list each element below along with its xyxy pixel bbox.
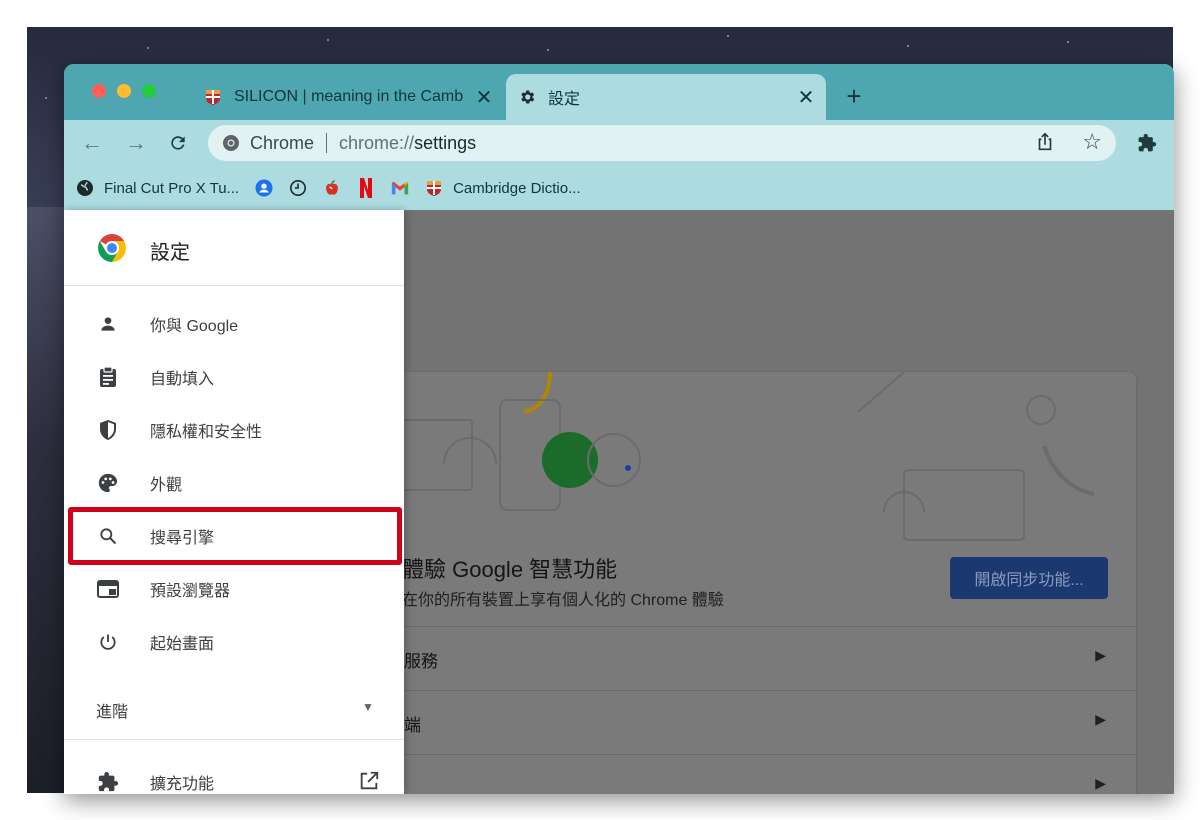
bookmark-gmail[interactable] bbox=[391, 172, 409, 204]
settings-side-drawer: 設定 你與 Google 自動填入 隱私權和安全性 外觀 搜尋引擎 預設瀏覽器 … bbox=[64, 210, 404, 794]
page-title: 設定 bbox=[150, 242, 190, 264]
close-icon[interactable]: ✕ bbox=[792, 83, 820, 111]
nav-item-privacy[interactable]: 隱私權和安全性 bbox=[64, 404, 404, 456]
tab-cambridge[interactable]: SILICON | meaning in the Camb ✕ bbox=[192, 74, 504, 120]
globe-icon bbox=[76, 179, 94, 197]
share-icon[interactable] bbox=[1034, 131, 1058, 155]
promo-title: 體驗 Google 智慧功能 bbox=[402, 557, 618, 582]
search-engine-highlight-box bbox=[68, 507, 402, 565]
caret-down-icon: ▼ bbox=[362, 700, 374, 714]
chevron-right-icon: ▶ bbox=[1095, 711, 1106, 727]
close-window-button[interactable] bbox=[92, 84, 106, 98]
puzzle-icon bbox=[96, 770, 120, 794]
tab-title: 設定 bbox=[548, 91, 581, 108]
bookmark-apple[interactable] bbox=[323, 172, 341, 204]
tab-title: SILICON | meaning in the Camb bbox=[234, 88, 464, 105]
nav-item-label: 預設瀏覽器 bbox=[150, 583, 231, 600]
cambridge-icon bbox=[204, 88, 222, 106]
nav-item-label: 擴充功能 bbox=[150, 776, 215, 793]
bookmark-label: Final Cut Pro X Tu... bbox=[104, 179, 240, 197]
person-icon bbox=[96, 312, 120, 336]
tab-strip: SILICON | meaning in the Camb ✕ 設定 ✕ + bbox=[64, 64, 1174, 120]
open-in-new-icon bbox=[358, 770, 382, 794]
promo-subtitle: 在你的所有裝置上享有個人化的 Chrome 體驗 bbox=[402, 592, 724, 609]
address-path: settings bbox=[414, 132, 477, 153]
chevron-right-icon: ▶ bbox=[1095, 647, 1106, 663]
netflix-icon bbox=[357, 178, 375, 198]
advanced-label: 進階 bbox=[96, 704, 129, 721]
close-icon[interactable]: ✕ bbox=[470, 83, 498, 111]
drawer-header: 設定 bbox=[64, 210, 404, 286]
gmail-icon bbox=[391, 179, 409, 197]
power-icon bbox=[96, 630, 120, 654]
desktop-wallpaper-grass bbox=[27, 207, 67, 793]
row-label: 服務 bbox=[404, 652, 438, 671]
nav-item-label: 自動填入 bbox=[150, 371, 215, 388]
palette-icon bbox=[96, 471, 120, 495]
services-row[interactable]: 服務 ▶ bbox=[374, 626, 1136, 690]
clipboard-icon bbox=[96, 365, 120, 389]
toolbar: ← → Chrome chrome://settings ☆ bbox=[64, 120, 1174, 166]
minimize-window-button[interactable] bbox=[117, 84, 131, 98]
back-button[interactable]: ← bbox=[76, 127, 108, 159]
bookmarks-bar: Final Cut Pro X Tu... Cambridge Dictio..… bbox=[64, 166, 1174, 210]
bookmark-clock[interactable] bbox=[289, 172, 307, 204]
nav-item-appearance[interactable]: 外觀 bbox=[64, 457, 404, 509]
extensions-puzzle-icon[interactable] bbox=[1132, 128, 1162, 158]
bookmark-star-icon[interactable]: ☆ bbox=[1082, 129, 1102, 155]
browser-icon bbox=[96, 577, 120, 601]
clock-icon bbox=[289, 179, 307, 197]
address-separator bbox=[326, 133, 328, 153]
sync-row[interactable]: 端 ▶ bbox=[374, 690, 1136, 754]
address-scheme: chrome:// bbox=[339, 132, 415, 153]
bookmark-account[interactable] bbox=[255, 172, 273, 204]
chrome-icon bbox=[222, 134, 240, 152]
apple-icon bbox=[323, 179, 341, 197]
nav-item-default-browser[interactable]: 預設瀏覽器 bbox=[64, 563, 404, 615]
sync-illustration bbox=[381, 372, 1095, 541]
nav-item-label: 起始畫面 bbox=[150, 636, 215, 653]
list-row[interactable]: ▶ bbox=[374, 754, 1136, 794]
nav-item-label: 外觀 bbox=[150, 477, 183, 494]
forward-button[interactable]: → bbox=[120, 127, 152, 159]
address-site: Chrome bbox=[250, 132, 315, 153]
tab-settings[interactable]: 設定 ✕ bbox=[506, 74, 826, 120]
sync-promo-card: 體驗 Google 智慧功能 在你的所有裝置上享有個人化的 Chrome 體驗 … bbox=[374, 372, 1136, 794]
account-icon bbox=[255, 179, 273, 197]
advanced-section-toggle[interactable]: 進階 ▼ bbox=[64, 678, 404, 740]
bookmark-netflix[interactable] bbox=[357, 172, 375, 204]
new-tab-button[interactable]: + bbox=[840, 81, 868, 111]
gear-icon bbox=[518, 88, 536, 106]
address-bar[interactable]: Chrome chrome://settings ☆ bbox=[208, 125, 1116, 161]
nav-item-autofill[interactable]: 自動填入 bbox=[64, 351, 404, 403]
nav-item-label: 你與 Google bbox=[150, 318, 239, 335]
zoom-window-button[interactable] bbox=[142, 84, 156, 98]
nav-item-label: 隱私權和安全性 bbox=[150, 424, 263, 441]
row-label: 端 bbox=[404, 716, 421, 735]
bookmark-final-cut[interactable]: Final Cut Pro X Tu... bbox=[76, 172, 239, 204]
nav-item-extensions[interactable]: 擴充功能 bbox=[64, 756, 404, 794]
cambridge-icon bbox=[425, 179, 443, 197]
reload-button[interactable] bbox=[162, 127, 194, 159]
bookmark-cambridge[interactable]: Cambridge Dictio... bbox=[425, 172, 581, 204]
shield-icon bbox=[96, 418, 120, 442]
nav-item-on-startup[interactable]: 起始畫面 bbox=[64, 616, 404, 668]
chrome-logo-icon bbox=[96, 232, 128, 264]
chevron-right-icon: ▶ bbox=[1095, 775, 1106, 791]
turn-on-sync-button[interactable]: 開啟同步功能... bbox=[950, 557, 1108, 599]
bookmark-label: Cambridge Dictio... bbox=[453, 179, 581, 197]
nav-item-you-and-google[interactable]: 你與 Google bbox=[64, 298, 404, 350]
browser-window: SILICON | meaning in the Camb ✕ 設定 ✕ + ←… bbox=[64, 64, 1174, 794]
